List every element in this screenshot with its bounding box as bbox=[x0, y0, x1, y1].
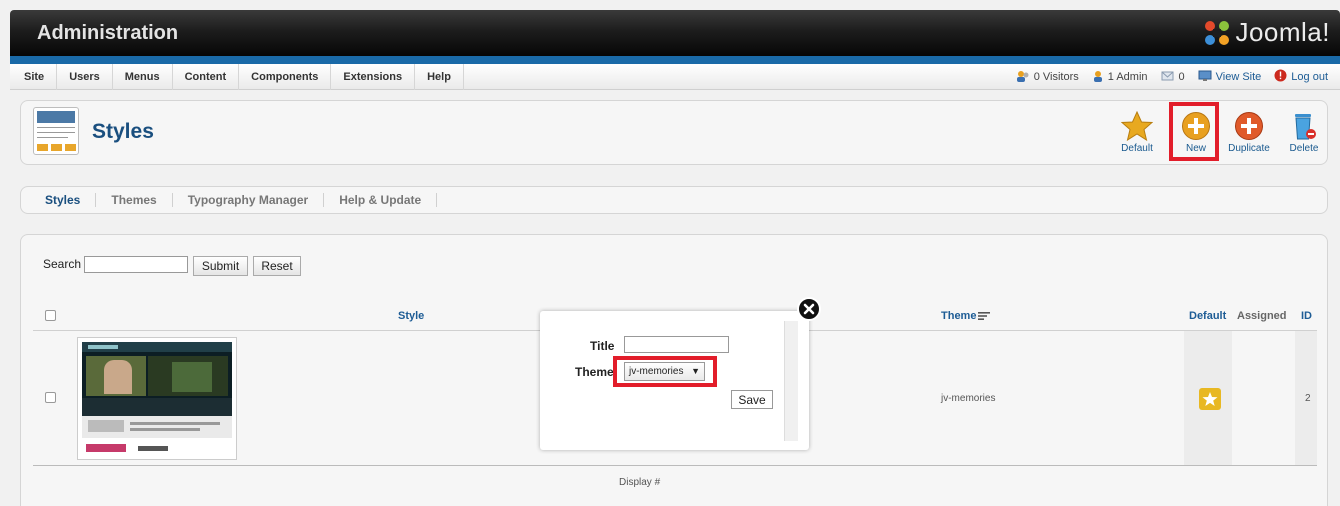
tab-styles[interactable]: Styles bbox=[35, 193, 97, 207]
submenu-tabs: Styles Themes Typography Manager Help & … bbox=[20, 186, 1328, 214]
logout-icon bbox=[1274, 69, 1287, 85]
modal-theme-select[interactable]: jv-memories ▼ bbox=[624, 362, 705, 381]
modal-title-input[interactable] bbox=[624, 336, 729, 353]
row-checkbox[interactable] bbox=[45, 392, 56, 403]
joomla-logo-icon bbox=[1205, 20, 1230, 45]
column-theme[interactable]: Theme bbox=[941, 305, 991, 327]
joomla-logo[interactable]: Joomla! bbox=[1202, 17, 1330, 48]
messages-count: 0 bbox=[1178, 71, 1185, 83]
default-star-badge[interactable] bbox=[1199, 388, 1221, 410]
status-visitors: 0 Visitors bbox=[1016, 70, 1079, 85]
monitor-icon bbox=[1198, 70, 1212, 84]
column-id[interactable]: ID bbox=[1301, 305, 1312, 327]
admin-count: 1 Admin bbox=[1107, 71, 1148, 83]
tab-themes[interactable]: Themes bbox=[96, 193, 173, 207]
default-button[interactable]: Default bbox=[1119, 111, 1155, 154]
star-icon bbox=[1121, 111, 1153, 141]
row-theme-value: jv-memories bbox=[941, 393, 996, 404]
messages-icon bbox=[1161, 70, 1175, 84]
column-assigned: Assigned bbox=[1237, 310, 1287, 322]
theme-select-value: jv-memories bbox=[629, 366, 684, 377]
duplicate-plus-icon bbox=[1235, 112, 1263, 140]
menu-item-site[interactable]: Site bbox=[10, 64, 58, 90]
visitors-icon bbox=[1016, 70, 1030, 85]
default-button-label: Default bbox=[1121, 143, 1153, 154]
menu-item-users[interactable]: Users bbox=[57, 64, 113, 90]
column-theme-label: Theme bbox=[941, 310, 977, 322]
modal-close-button[interactable] bbox=[797, 297, 821, 321]
tab-help-update[interactable]: Help & Update bbox=[324, 193, 438, 207]
search-label: Search bbox=[43, 257, 82, 271]
new-button[interactable]: New bbox=[1179, 111, 1213, 154]
menu-item-help[interactable]: Help bbox=[415, 64, 464, 90]
view-site-link[interactable]: View Site bbox=[1198, 70, 1262, 84]
styles-page-icon bbox=[33, 107, 79, 155]
search-input[interactable] bbox=[84, 256, 188, 273]
default-star-icon bbox=[1202, 392, 1218, 406]
new-button-label: New bbox=[1185, 143, 1206, 154]
header-accent-strip bbox=[10, 56, 1340, 64]
dropdown-arrow-icon: ▼ bbox=[691, 366, 700, 376]
duplicate-button[interactable]: Duplicate bbox=[1226, 111, 1272, 154]
menu-item-content[interactable]: Content bbox=[173, 64, 240, 90]
display-count-label: Display # bbox=[619, 477, 661, 488]
modal-theme-label: Theme bbox=[575, 365, 614, 379]
select-all-checkbox[interactable] bbox=[45, 310, 56, 321]
plus-circle-icon bbox=[1182, 112, 1210, 140]
main-menubar: Site Users Menus Content Components Exte… bbox=[10, 64, 1340, 90]
reset-button[interactable]: Reset bbox=[253, 256, 301, 276]
sort-icon bbox=[978, 312, 991, 320]
admin-header: Administration Joomla! bbox=[10, 10, 1340, 56]
submit-button[interactable]: Submit bbox=[193, 256, 248, 276]
menu-item-extensions[interactable]: Extensions bbox=[331, 64, 416, 90]
delete-button[interactable]: Delete bbox=[1287, 111, 1321, 154]
status-admin: 1 Admin bbox=[1092, 70, 1148, 85]
admin-icon bbox=[1092, 70, 1104, 85]
visitors-count: 0 Visitors bbox=[1033, 71, 1079, 83]
delete-button-label: Delete bbox=[1289, 143, 1319, 154]
close-icon bbox=[797, 297, 821, 321]
modal-title-label: Title bbox=[590, 339, 615, 353]
menu-item-menus[interactable]: Menus bbox=[113, 64, 173, 90]
status-messages[interactable]: 0 bbox=[1161, 70, 1185, 84]
view-site-label: View Site bbox=[1215, 71, 1262, 83]
style-preview-image bbox=[82, 342, 232, 455]
logout-link[interactable]: Log out bbox=[1274, 69, 1328, 85]
column-style[interactable]: Style bbox=[398, 305, 424, 327]
status-bar: 0 Visitors 1 Admin 0 View Site Log out bbox=[1003, 64, 1328, 90]
page-title: Styles bbox=[92, 120, 154, 143]
modal-scrollbar[interactable] bbox=[784, 321, 798, 441]
duplicate-button-label: Duplicate bbox=[1228, 143, 1270, 154]
style-thumbnail[interactable] bbox=[77, 337, 237, 460]
row-id-value: 2 bbox=[1305, 393, 1311, 404]
toolbar-box: Styles Default New Duplicate Delete bbox=[20, 100, 1328, 165]
column-default[interactable]: Default bbox=[1189, 305, 1226, 327]
menu-item-components[interactable]: Components bbox=[239, 64, 332, 90]
new-style-modal: Title Theme jv-memories ▼ Save bbox=[540, 311, 809, 450]
modal-save-button[interactable]: Save bbox=[731, 390, 773, 409]
tab-typography-manager[interactable]: Typography Manager bbox=[173, 193, 325, 207]
logout-label: Log out bbox=[1291, 71, 1328, 83]
joomla-logo-text: Joomla! bbox=[1235, 17, 1330, 47]
trash-icon bbox=[1295, 114, 1316, 140]
admin-title: Administration bbox=[37, 22, 179, 44]
